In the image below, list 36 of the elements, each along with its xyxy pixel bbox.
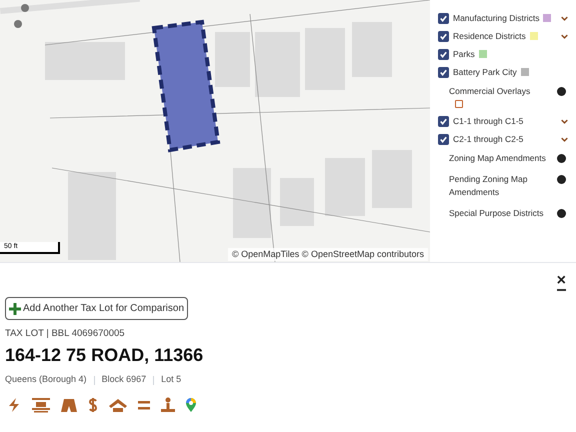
chevron-down-icon[interactable]: [561, 16, 568, 21]
layer-label: Battery Park City: [453, 66, 517, 78]
plus-icon: [9, 302, 21, 314]
person-icon[interactable]: [160, 396, 176, 413]
chevron-down-icon[interactable]: [561, 119, 568, 124]
dollar-icon[interactable]: [87, 396, 99, 413]
lot-meta: Queens (Borough 4): [5, 373, 87, 386]
layer-group-label: Commercial Overlays: [449, 85, 532, 98]
layer-label: C1-1 through C1-5: [453, 115, 524, 127]
map-pin-icon[interactable]: [185, 396, 197, 413]
lot-meta: Block 6967: [102, 373, 146, 386]
chevron-down-icon[interactable]: [561, 137, 568, 142]
checkbox[interactable]: [438, 67, 449, 78]
bolt-icon[interactable]: [6, 396, 22, 413]
road-icon[interactable]: [60, 396, 78, 413]
lot-meta: Lot 5: [161, 373, 182, 386]
layer-group-label: Special Purpose Districts: [449, 207, 544, 220]
checkbox[interactable]: [438, 13, 449, 24]
close-button[interactable]: ×: [556, 273, 566, 291]
layers-icon[interactable]: [31, 396, 51, 413]
add-comparison-button[interactable]: Add Another Tax Lot for Comparison: [5, 297, 188, 320]
checkbox[interactable]: [438, 49, 449, 60]
house-icon[interactable]: [108, 396, 128, 413]
address-title: 164-12 75 ROAD, 11366: [5, 344, 204, 368]
checkbox[interactable]: [438, 134, 449, 145]
layer-label: C2-1 through C2-5: [453, 133, 524, 145]
chevron-down-icon[interactable]: [561, 34, 568, 39]
layer-label: Parks: [453, 48, 475, 60]
layer-label: Manufacturing Districts: [453, 12, 540, 24]
layer-group-label: Zoning Map Amendments: [449, 152, 547, 165]
checkbox[interactable]: [438, 31, 449, 42]
map-attribution: © OpenMapTiles © OpenStreetMap contributors: [228, 248, 428, 261]
tax-lot-label: TAX LOT | BBL 4069670005: [5, 327, 126, 341]
layer-label: Residence Districts: [453, 30, 526, 42]
layer-group-label: Pending Zoning Map Amendments: [449, 173, 528, 199]
checkbox[interactable]: [438, 116, 449, 127]
